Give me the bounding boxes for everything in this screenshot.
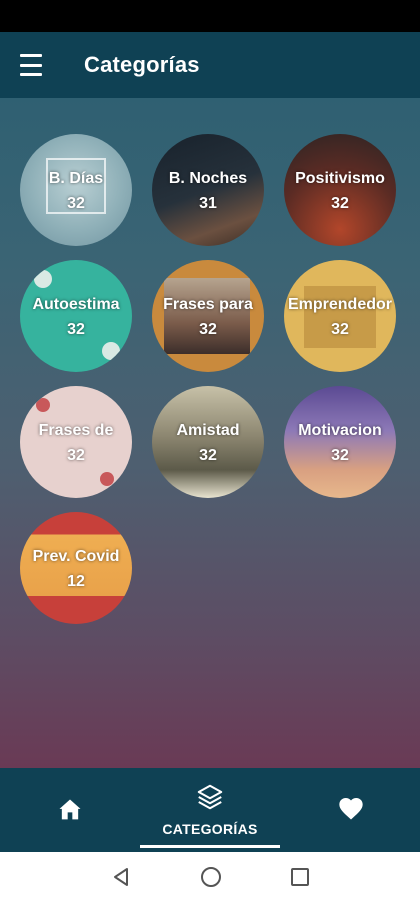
nav-tab-label: CATEGORÍAS — [162, 821, 258, 837]
category-count: 31 — [199, 195, 217, 212]
home-circle-icon[interactable] — [199, 865, 223, 894]
category-emprendedor[interactable]: Emprendedor 32 — [284, 260, 396, 372]
category-count: 32 — [199, 447, 217, 464]
category-amistad[interactable]: Amistad 32 — [152, 386, 264, 498]
category-frases-de[interactable]: Frases de 32 — [20, 386, 132, 498]
back-triangle-icon[interactable] — [110, 866, 132, 893]
category-name: Positivismo — [295, 170, 385, 187]
app-bar: Categorías — [0, 32, 420, 98]
category-name: B. Días — [48, 170, 104, 187]
category-count: 32 — [331, 195, 349, 212]
category-name: Motivacion — [298, 422, 382, 439]
hamburger-menu-icon[interactable] — [20, 54, 46, 76]
category-count: 32 — [331, 321, 349, 338]
category-autoestima[interactable]: Autoestima 32 — [20, 260, 132, 372]
category-positivismo[interactable]: Positivismo 32 — [284, 134, 396, 246]
category-name: Emprendedor — [287, 296, 392, 313]
category-prev-covid[interactable]: Prev. Covid 12 — [20, 512, 132, 624]
category-count: 32 — [67, 195, 85, 212]
bottom-navigation: CATEGORÍAS — [0, 768, 420, 852]
heart-icon[interactable] — [337, 795, 365, 823]
recents-square-icon[interactable] — [290, 867, 310, 892]
category-name: Prev. Covid — [32, 548, 120, 565]
category-name: Amistad — [176, 422, 240, 439]
category-count: 32 — [331, 447, 349, 464]
nav-tab-categorias[interactable]: CATEGORÍAS — [150, 778, 270, 848]
category-b-noches[interactable]: B. Noches 31 — [152, 134, 264, 246]
system-navigation-bar — [0, 852, 420, 900]
category-name: Frases de — [38, 422, 114, 439]
category-frases-para[interactable]: Frases para 32 — [152, 260, 264, 372]
category-name: Autoestima — [32, 296, 120, 313]
category-count: 32 — [199, 321, 217, 338]
layers-icon — [195, 782, 225, 812]
home-icon[interactable] — [56, 796, 84, 824]
page-title: Categorías — [84, 52, 200, 77]
category-b-dias[interactable]: B. Días 32 — [20, 134, 132, 246]
category-count: 32 — [67, 321, 85, 338]
status-bar — [0, 0, 420, 32]
category-count: 12 — [67, 573, 85, 590]
category-count: 32 — [67, 447, 85, 464]
category-name: B. Noches — [168, 170, 248, 187]
active-tab-indicator — [140, 845, 280, 848]
category-name: Frases para — [163, 296, 253, 313]
categories-grid-area: B. Días 32 B. Noches 31 Positivismo 32 A… — [0, 98, 420, 768]
category-motivacion[interactable]: Motivacion 32 — [284, 386, 396, 498]
